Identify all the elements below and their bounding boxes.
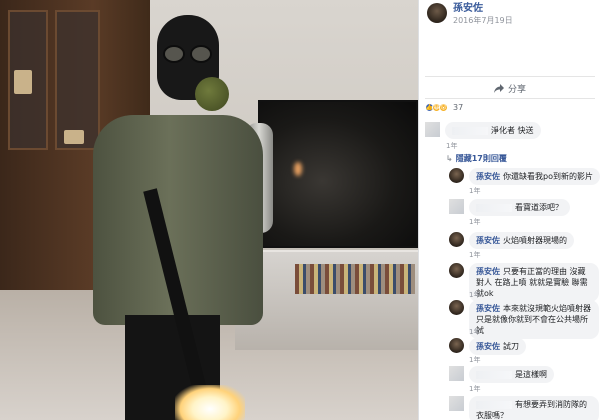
- reply-time[interactable]: 1年: [469, 384, 480, 394]
- reply-time[interactable]: 1年: [469, 186, 480, 196]
- goggle-left: [163, 45, 185, 63]
- reply-avatar[interactable]: [449, 366, 464, 381]
- reply-author[interactable]: 孫安佐: [476, 236, 500, 245]
- reply-time[interactable]: 1年: [469, 250, 480, 260]
- reaction-count: 37: [453, 103, 464, 112]
- reply-text: 試刀: [503, 342, 519, 351]
- divider: [425, 76, 595, 77]
- reply-time[interactable]: 1年: [469, 355, 480, 365]
- comment-time[interactable]: 1年: [446, 141, 457, 151]
- reply: 是這樣啊: [449, 366, 554, 383]
- comment: 淨化者 快送: [425, 122, 541, 139]
- reply-text: 火焰噴射器現場的: [503, 236, 567, 245]
- commenter-name[interactable]: [452, 126, 488, 135]
- reply-text: 是這樣啊: [515, 370, 547, 379]
- reply-author[interactable]: 孫安佐: [476, 172, 500, 181]
- author-avatar[interactable]: [427, 3, 447, 23]
- reply-avatar[interactable]: [449, 263, 464, 278]
- reply-avatar[interactable]: [449, 232, 464, 247]
- share-label: 分享: [507, 84, 526, 95]
- reply-author[interactable]: [476, 370, 512, 379]
- books: [295, 264, 415, 294]
- television: [258, 100, 418, 248]
- reply-avatar[interactable]: [449, 338, 464, 353]
- post-date[interactable]: 2016年7月19日: [453, 15, 513, 26]
- divider: [425, 98, 595, 99]
- reply: 看寶道添吧？: [449, 199, 570, 216]
- reply-avatar[interactable]: [449, 168, 464, 183]
- tv-reflection: [294, 162, 302, 176]
- reply-author[interactable]: [476, 400, 512, 409]
- reply-text: 你還缺看我po到新的影片: [503, 172, 593, 181]
- commenter-avatar[interactable]: [425, 122, 440, 137]
- comment-bubble: 淨化者 快送: [445, 122, 541, 139]
- post-author[interactable]: 孫安佐: [453, 3, 513, 15]
- person-in-gas-mask: [85, 15, 275, 420]
- reply: 孫安佐 試刀: [449, 338, 526, 355]
- reply-author[interactable]: [476, 203, 512, 212]
- reply: 孫安佐 你還缺看我po到新的影片: [449, 168, 600, 185]
- reply-time[interactable]: 1年: [469, 290, 480, 300]
- reply: 有想要弄到消防隊的衣服嗎？: [449, 396, 599, 420]
- comment-text: 淨化者 快送: [491, 126, 534, 135]
- reply-avatar[interactable]: [449, 199, 464, 214]
- mask-filter: [195, 77, 229, 111]
- reply-text: 看寶道添吧？: [515, 203, 563, 212]
- wow-icon: 😮: [439, 103, 448, 112]
- reaction-summary[interactable]: 👍 😆 😮 37: [425, 103, 463, 112]
- flame: [175, 385, 245, 420]
- reply: 孫安佐 火焰噴射器現場的: [449, 232, 574, 249]
- reply-avatar[interactable]: [449, 396, 464, 411]
- hide-replies-link[interactable]: ↳ 隱藏17則回覆: [446, 153, 507, 164]
- reply-avatar[interactable]: [449, 300, 464, 315]
- reply-time[interactable]: 1年: [469, 327, 480, 337]
- post-photo[interactable]: [0, 0, 418, 420]
- hide-replies-label: 隱藏17則回覆: [455, 154, 507, 163]
- reply-author[interactable]: 孫安佐: [476, 342, 500, 351]
- reply-author[interactable]: 孫安佐: [476, 267, 500, 276]
- shelf-item: [64, 130, 84, 144]
- share-button[interactable]: 分享: [425, 79, 595, 97]
- post-header: 孫安佐 2016年7月19日: [427, 3, 513, 26]
- reply-arrow-icon: ↳: [446, 154, 453, 163]
- post-side-panel: 孫安佐 2016年7月19日 分享 👍 😆 😮 37 淨化者 快送 1年 ↳ 隱…: [418, 0, 600, 420]
- reply-time[interactable]: 1年: [469, 217, 480, 227]
- shelf-item: [14, 70, 32, 94]
- share-icon: [493, 83, 504, 93]
- reply-author[interactable]: 孫安佐: [476, 304, 500, 313]
- goggle-right: [190, 45, 212, 63]
